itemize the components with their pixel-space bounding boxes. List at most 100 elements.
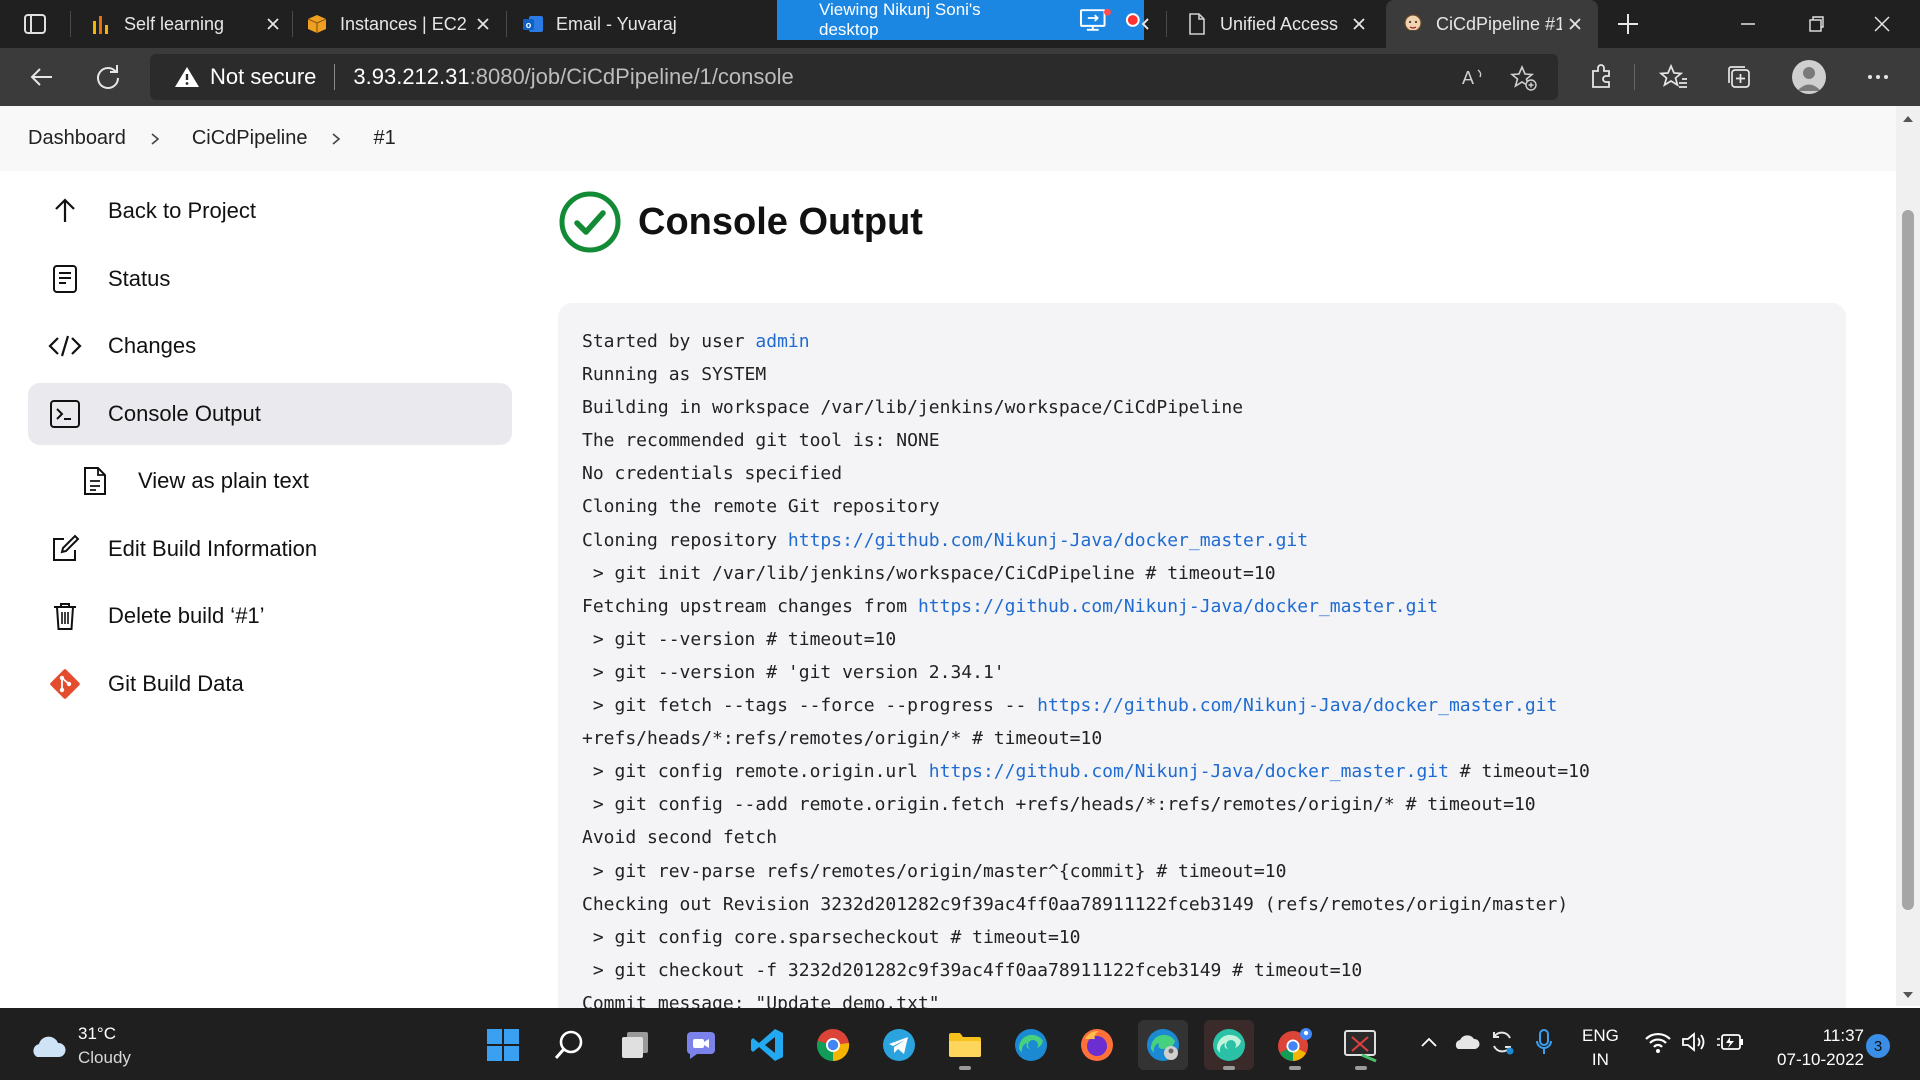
tab-self-learning[interactable]: Self learning [90, 0, 286, 48]
tab-scroll-left[interactable] [1140, 0, 1154, 48]
wifi-tray[interactable] [1644, 1028, 1672, 1056]
telegram-icon [883, 1029, 915, 1061]
tab-unified-access[interactable]: Unified Access [1186, 0, 1372, 48]
console-line: > git --version # 'git version 2.34.1' [582, 656, 1846, 689]
tab-cicdpipeline[interactable]: CiCdPipeline #1 [1386, 0, 1598, 48]
battery-tray[interactable] [1716, 1028, 1744, 1056]
show-hidden-icons[interactable] [1415, 1028, 1443, 1056]
scrollbar-thumb[interactable] [1902, 210, 1914, 910]
start-button[interactable] [478, 1020, 528, 1070]
sidebar-item-view-plain-text[interactable]: View as plain text [28, 450, 512, 512]
sync-tray[interactable] [1488, 1028, 1516, 1056]
console-text: > git config --add remote.origin.fetch +… [582, 794, 1536, 816]
vscode-icon [751, 1029, 783, 1061]
sidebar-item-delete-build[interactable]: Delete build ‘#1’ [28, 585, 512, 647]
scroll-up-icon[interactable] [1902, 114, 1914, 124]
task-view-button[interactable] [610, 1020, 660, 1070]
terminal-icon [48, 397, 82, 431]
breadcrumb-job[interactable]: CiCdPipeline [192, 127, 308, 150]
edge-window-focused[interactable] [1138, 1020, 1188, 1070]
system-clock[interactable]: 11:37 07-10-2022 [1764, 1024, 1864, 1072]
chrome-button[interactable] [808, 1020, 858, 1070]
volume-icon [1682, 1032, 1705, 1052]
console-link[interactable]: https://github.com/Nikunj-Java/docker_ma… [918, 596, 1438, 617]
console-text: Started by user [582, 331, 756, 352]
file-explorer-button[interactable] [940, 1020, 990, 1070]
tab-actions-icon[interactable] [20, 10, 50, 38]
sidebar-item-edit-build-info[interactable]: Edit Build Information [28, 518, 512, 580]
chevron-right-icon[interactable] [331, 132, 345, 146]
edge-button[interactable] [1006, 1020, 1056, 1070]
edge-profile-icon [1147, 1029, 1179, 1061]
console-line: > git --version # timeout=10 [582, 623, 1846, 656]
sidebar-item-changes[interactable]: Changes [28, 315, 512, 377]
console-line: +refs/heads/*:refs/remotes/origin/* # ti… [582, 722, 1846, 755]
close-tab-icon[interactable] [1346, 11, 1372, 37]
security-label[interactable]: Not secure [210, 64, 316, 90]
console-text: +refs/heads/*:refs/remotes/origin/* # ti… [582, 728, 1103, 750]
scroll-down-icon[interactable] [1902, 990, 1914, 1000]
console-link[interactable]: https://github.com/Nikunj-Java/docker_ma… [788, 530, 1308, 551]
tab-instances-ec2[interactable]: Instances | EC2 [306, 0, 496, 48]
console-text: > git config remote.origin.url [582, 761, 929, 783]
sidebar-item-git-build-data[interactable]: Git Build Data [28, 653, 512, 715]
close-tab-icon[interactable] [470, 11, 496, 37]
console-text: > git config core.sparsecheckout # timeo… [582, 926, 1081, 948]
telegram-button[interactable] [874, 1020, 924, 1070]
sidebar-item-console-output[interactable]: Console Output [28, 382, 512, 445]
add-favorite-icon[interactable] [1510, 64, 1538, 92]
sidebar-item-label: Back to Project [108, 198, 256, 223]
sidebar-item-label: Git Build Data [108, 670, 244, 696]
read-aloud-icon[interactable]: A [1460, 64, 1486, 90]
breadcrumb-build[interactable]: #1 [373, 127, 395, 150]
console-link[interactable]: https://github.com/Nikunj-Java/docker_ma… [1037, 695, 1557, 716]
extensions-icon[interactable] [1585, 61, 1617, 93]
firefox-button[interactable] [1072, 1020, 1122, 1070]
taskbar: 31°C Cloudy ENG IN 11:37 07-10-2022 3 [0, 1008, 1920, 1080]
notification-badge[interactable]: 3 [1866, 1034, 1890, 1058]
console-link[interactable]: https://github.com/Nikunj-Java/docker_ma… [929, 761, 1449, 782]
volume-tray[interactable] [1680, 1028, 1708, 1056]
console-link[interactable]: admin [755, 331, 809, 352]
screen-share-banner[interactable]: Viewing Nikunj Soni's desktop [777, 0, 1144, 40]
favorites-icon[interactable] [1658, 61, 1690, 93]
sidebar-item-label: Edit Build Information [108, 535, 318, 561]
edge-dev-button[interactable] [1204, 1020, 1254, 1070]
profile-avatar[interactable] [1792, 60, 1826, 94]
language-indicator[interactable]: ENG IN [1582, 1024, 1619, 1072]
refresh-icon[interactable] [92, 61, 124, 93]
close-tab-icon[interactable] [1562, 11, 1588, 37]
breadcrumb-dashboard[interactable]: Dashboard [28, 127, 126, 150]
chrome-icon [816, 1029, 850, 1062]
warning-icon[interactable] [174, 65, 200, 89]
battery-charging-icon [1717, 1034, 1743, 1050]
minimize-icon[interactable] [1734, 10, 1762, 38]
chrome-profile-button[interactable] [1270, 1020, 1320, 1070]
chevron-right-icon[interactable] [150, 132, 164, 146]
search-button[interactable] [544, 1020, 594, 1070]
console-output: Started by user admin Running as SYSTEM Bu… [558, 303, 1846, 1023]
close-tab-icon[interactable] [260, 11, 286, 37]
collections-icon[interactable] [1723, 61, 1755, 93]
restore-icon[interactable] [1802, 10, 1830, 38]
new-tab-icon[interactable] [1612, 8, 1644, 40]
sidebar-item-label: View as plain text [138, 468, 309, 493]
sidebar-item-back-to-project[interactable]: Back to Project [28, 180, 512, 242]
close-window-icon[interactable] [1868, 10, 1896, 38]
back-icon[interactable] [26, 61, 58, 93]
sync-icon [1493, 1031, 1514, 1055]
sidebar-item-status[interactable]: Status [28, 248, 512, 310]
address-bar[interactable]: Not secure 3.93.212.31:8080/job/CiCdPipe… [150, 54, 1558, 100]
more-menu-icon[interactable] [1862, 61, 1894, 93]
page-scrollbar[interactable] [1896, 106, 1920, 1006]
console-line: Building in workspace /var/lib/jenkins/w… [582, 391, 1846, 424]
vscode-button[interactable] [742, 1020, 792, 1070]
microphone-tray[interactable] [1530, 1028, 1558, 1056]
snipping-tool-button[interactable] [1336, 1020, 1386, 1070]
weather-widget[interactable]: 31°C Cloudy [28, 1022, 131, 1070]
tab-email[interactable]: o Email - Yuvaraj [522, 0, 682, 48]
teams-chat-button[interactable] [676, 1020, 726, 1070]
remote-desktop-icon[interactable] [1079, 7, 1112, 33]
edge-dev-icon [1213, 1029, 1245, 1061]
onedrive-tray[interactable] [1452, 1028, 1480, 1056]
